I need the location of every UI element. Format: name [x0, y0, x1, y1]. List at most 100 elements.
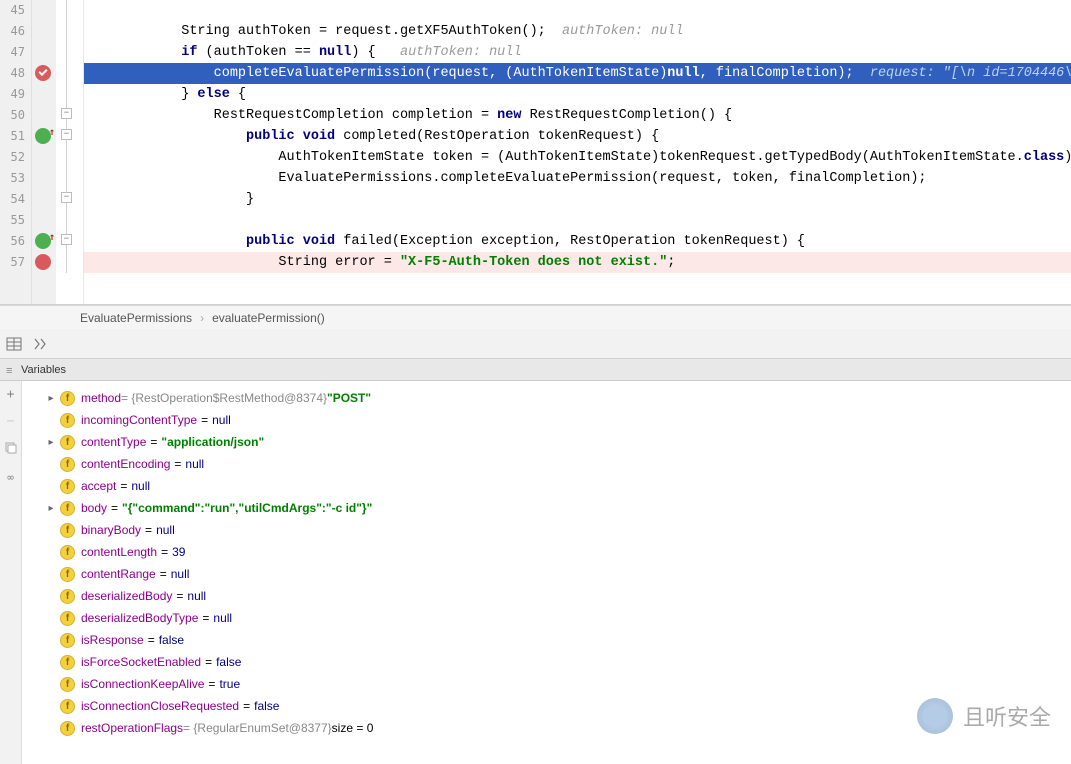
line-number[interactable]: 52	[0, 147, 25, 168]
variable-value: null	[213, 611, 232, 625]
variable-row[interactable]: fincomingContentType = null	[22, 409, 1071, 431]
remove-watch-icon[interactable]: −	[7, 414, 15, 429]
breakpoint-method-icon[interactable]	[35, 128, 51, 144]
variable-name: restOperationFlags	[81, 721, 183, 735]
breadcrumb-separator-icon: ›	[200, 311, 204, 325]
variable-name: method	[81, 391, 121, 405]
variable-row[interactable]: fisConnectionCloseRequested = false	[22, 695, 1071, 717]
variable-value: false	[216, 655, 241, 669]
line-number[interactable]: 50	[0, 105, 25, 126]
variables-panel: + − ∞ ▸fmethod = {RestOperation$RestMeth…	[0, 381, 1071, 764]
breakpoint-method-icon[interactable]	[35, 233, 51, 249]
variable-row[interactable]: fcontentLength = 39	[22, 541, 1071, 563]
breadcrumb-method[interactable]: evaluatePermission()	[212, 311, 325, 325]
inline-hint: authToken: null	[562, 24, 684, 39]
expand-toggle-icon[interactable]: ▸	[42, 393, 60, 404]
field-icon: f	[60, 633, 75, 648]
variable-value: size = 0	[332, 721, 374, 735]
fold-toggle-icon[interactable]: −	[61, 129, 72, 140]
variable-value: null	[187, 589, 206, 603]
line-number[interactable]: 55	[0, 210, 25, 231]
fold-toggle-icon[interactable]: −	[61, 192, 72, 203]
variable-value: "application/json"	[161, 435, 264, 449]
variable-value: true	[219, 677, 240, 691]
field-icon: f	[60, 479, 75, 494]
field-icon: f	[60, 721, 75, 736]
variable-name: deserializedBodyType	[81, 611, 198, 625]
breakpoint-conditional-icon[interactable]	[35, 65, 51, 81]
variable-value: "POST"	[327, 391, 371, 405]
code-content[interactable]: String authToken = request.getXF5AuthTok…	[84, 0, 1071, 304]
variable-name: contentEncoding	[81, 457, 170, 471]
variable-row[interactable]: fdeserializedBodyType = null	[22, 607, 1071, 629]
variable-row[interactable]: fisResponse = false	[22, 629, 1071, 651]
field-icon: f	[60, 391, 75, 406]
breadcrumb: EvaluatePermissions › evaluatePermission…	[0, 305, 1071, 329]
field-icon: f	[60, 589, 75, 604]
variable-name: isConnectionKeepAlive	[81, 677, 204, 691]
variable-row[interactable]: fbinaryBody = null	[22, 519, 1071, 541]
line-number[interactable]: 57	[0, 252, 25, 273]
fold-gutter[interactable]: − − − −	[56, 0, 84, 304]
field-icon: f	[60, 457, 75, 472]
add-watch-icon[interactable]: +	[7, 387, 15, 402]
evaluate-expression-icon[interactable]	[32, 336, 48, 352]
variable-name: deserializedBody	[81, 589, 172, 603]
variable-name: contentLength	[81, 545, 157, 559]
breakpoint-icon[interactable]	[35, 254, 51, 270]
line-number[interactable]: 45	[0, 0, 25, 21]
inline-hint: authToken: null	[400, 45, 522, 60]
variables-tree[interactable]: ▸fmethod = {RestOperation$RestMethod@837…	[22, 381, 1071, 764]
variable-name: body	[81, 501, 107, 515]
line-number[interactable]: 53	[0, 168, 25, 189]
link-icon[interactable]: ∞	[7, 471, 14, 484]
variable-value: null	[212, 413, 231, 427]
field-icon: f	[60, 523, 75, 538]
line-number[interactable]: 49	[0, 84, 25, 105]
variable-value: 39	[172, 545, 185, 559]
line-number[interactable]: 47	[0, 42, 25, 63]
line-number[interactable]: 51	[0, 126, 25, 147]
variable-row[interactable]: fisForceSocketEnabled = false	[22, 651, 1071, 673]
variable-value: null	[171, 567, 190, 581]
fold-toggle-icon[interactable]: −	[61, 234, 72, 245]
variable-row[interactable]: ▸fcontentType = "application/json"	[22, 431, 1071, 453]
line-number[interactable]: 56	[0, 231, 25, 252]
field-icon: f	[60, 435, 75, 450]
current-execution-line: completeEvaluatePermission(request, (Aut…	[84, 63, 1071, 84]
table-view-icon[interactable]	[6, 336, 22, 352]
variable-name: contentRange	[81, 567, 156, 581]
variable-row[interactable]: faccept = null	[22, 475, 1071, 497]
variable-row[interactable]: fcontentEncoding = null	[22, 453, 1071, 475]
fold-toggle-icon[interactable]: −	[61, 108, 72, 119]
breakpoint-gutter[interactable]	[32, 0, 56, 304]
copy-icon[interactable]	[4, 441, 18, 459]
line-number[interactable]: 48	[0, 63, 25, 84]
variable-name: isConnectionCloseRequested	[81, 699, 239, 713]
code-editor: 45 46 47 48 49 50 51 52 53 54 55 56 57 −…	[0, 0, 1071, 305]
variable-row[interactable]: ▸fmethod = {RestOperation$RestMethod@837…	[22, 387, 1071, 409]
variable-value: null	[185, 457, 204, 471]
expand-toggle-icon[interactable]: ▸	[42, 437, 60, 448]
panel-menu-icon[interactable]	[6, 365, 16, 375]
variables-left-rail: + − ∞	[0, 381, 22, 764]
variable-value: false	[254, 699, 279, 713]
watermark-text: 且听安全	[963, 700, 1051, 732]
watermark: 且听安全	[917, 698, 1051, 734]
variables-panel-header[interactable]: Variables	[0, 359, 1071, 381]
variable-name: isForceSocketEnabled	[81, 655, 201, 669]
variables-panel-title: Variables	[21, 364, 66, 376]
variable-row[interactable]: fcontentRange = null	[22, 563, 1071, 585]
expand-toggle-icon[interactable]: ▸	[42, 503, 60, 514]
variable-row[interactable]: fdeserializedBody = null	[22, 585, 1071, 607]
code-text: String authToken = request.getXF5AuthTok…	[84, 24, 562, 39]
variable-row[interactable]: frestOperationFlags = {RegularEnumSet@83…	[22, 717, 1071, 739]
variable-row[interactable]: ▸fbody = "{"command":"run","utilCmdArgs"…	[22, 497, 1071, 519]
variable-name: isResponse	[81, 633, 144, 647]
variable-row[interactable]: fisConnectionKeepAlive = true	[22, 673, 1071, 695]
debug-toolbar	[0, 329, 1071, 359]
variable-value: false	[159, 633, 184, 647]
breadcrumb-class[interactable]: EvaluatePermissions	[80, 311, 192, 325]
line-number[interactable]: 46	[0, 21, 25, 42]
line-number[interactable]: 54	[0, 189, 25, 210]
